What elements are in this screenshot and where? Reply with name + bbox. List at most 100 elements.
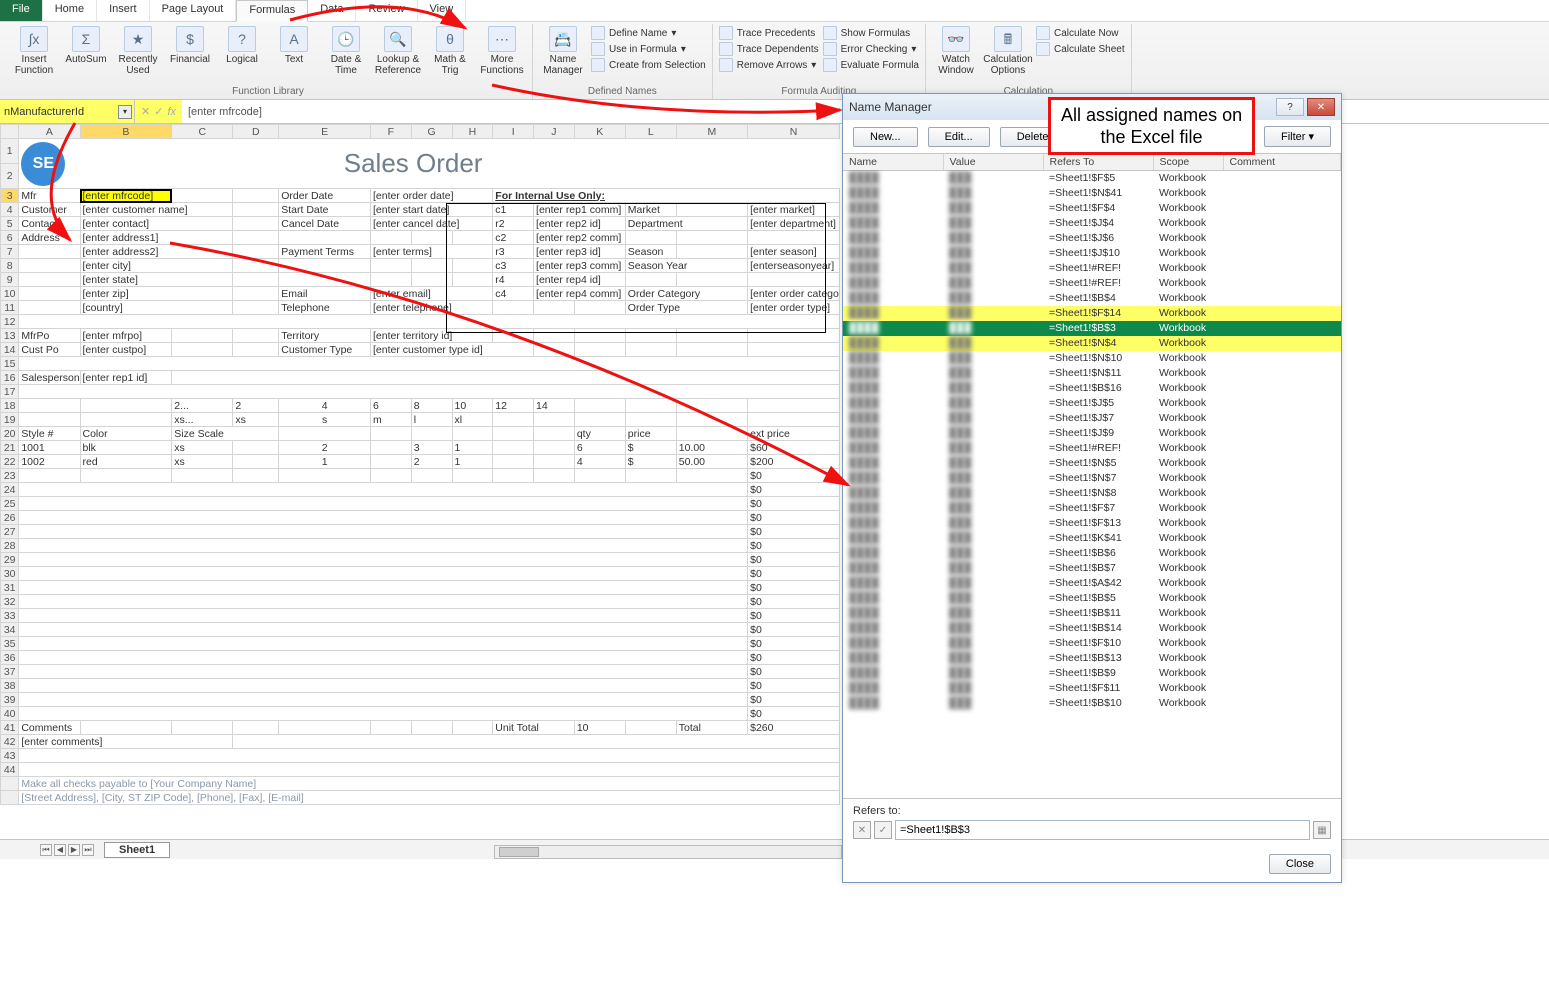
- cell-customer[interactable]: [enter customer name]: [80, 203, 233, 217]
- refers-cancel-icon[interactable]: ✕: [853, 821, 871, 839]
- cell-scale[interactable]: xs: [172, 441, 233, 455]
- cell-state[interactable]: [enter state]: [80, 273, 233, 287]
- cell-email[interactable]: [enter email]: [370, 287, 492, 301]
- name-row[interactable]: ███████=Sheet1!$J$5Workbook: [843, 396, 1341, 411]
- name-row[interactable]: ███████=Sheet1!$B$13Workbook: [843, 651, 1341, 666]
- use-in-formula-button[interactable]: Use in Formula ▾: [591, 42, 706, 56]
- cell-rep1id[interactable]: [enter rep1 id]: [80, 371, 172, 385]
- cell-rep2comm[interactable]: [enter rep2 comm]: [534, 231, 626, 245]
- name-row[interactable]: ███████=Sheet1!$N$5Workbook: [843, 456, 1341, 471]
- cell-city[interactable]: [enter city]: [80, 259, 233, 273]
- column-headers[interactable]: ABCDEFGHIJKLMN: [1, 125, 840, 139]
- col-name[interactable]: Name: [843, 154, 943, 171]
- name-row[interactable]: ███████=Sheet1!$B$3Workbook: [843, 321, 1341, 336]
- cell-orderdate[interactable]: [enter order date]: [370, 189, 492, 203]
- cell-addr1[interactable]: [enter address1]: [80, 231, 233, 245]
- refers-to-input[interactable]: [895, 820, 1310, 840]
- cell-rep2id[interactable]: [enter rep2 id]: [534, 217, 626, 231]
- cell-startdate[interactable]: [enter start date]: [370, 203, 492, 217]
- more-functions-button[interactable]: ⋯More Functions: [478, 24, 526, 76]
- cell-zip[interactable]: [enter zip]: [80, 287, 233, 301]
- evaluate-formula-button[interactable]: Evaluate Formula: [823, 58, 919, 72]
- cell-style[interactable]: 1001: [19, 441, 80, 455]
- cell-rep4id[interactable]: [enter rep4 id]: [534, 273, 626, 287]
- cell-department[interactable]: [enter department]: [748, 217, 840, 231]
- filter-button[interactable]: Filter ▾: [1264, 126, 1331, 147]
- name-list[interactable]: NameValueRefers ToScopeComment ███████=S…: [843, 153, 1341, 799]
- trace-precedents-button[interactable]: Trace Precedents: [719, 26, 819, 40]
- cell-rep4comm[interactable]: [enter rep4 comm]: [534, 287, 626, 301]
- name-row[interactable]: ███████=Sheet1!$B$11Workbook: [843, 606, 1341, 621]
- error-checking-button[interactable]: Error Checking ▾: [823, 42, 919, 56]
- date-time-button[interactable]: 🕒Date & Time: [322, 24, 370, 76]
- cell-rep1comm[interactable]: [enter rep1 comm]: [534, 203, 626, 217]
- calculate-sheet-button[interactable]: Calculate Sheet: [1036, 42, 1125, 56]
- name-row[interactable]: ███████=Sheet1!$J$10Workbook: [843, 246, 1341, 261]
- cell-custtype[interactable]: [enter customer type id]: [370, 343, 533, 357]
- cell-seasonyear[interactable]: [enterseasonyear]: [748, 259, 840, 273]
- text-button[interactable]: AText: [270, 24, 318, 65]
- name-row[interactable]: ███████=Sheet1!#REF!Workbook: [843, 276, 1341, 291]
- tab-data[interactable]: Data: [308, 0, 356, 21]
- fx-icon[interactable]: fx: [167, 106, 176, 118]
- tab-page-layout[interactable]: Page Layout: [150, 0, 237, 21]
- name-row[interactable]: ███████=Sheet1!$F$13Workbook: [843, 516, 1341, 531]
- name-box[interactable]: nManufacturerId ▾: [0, 100, 135, 123]
- cell-canceldate[interactable]: [enter cancel date]: [370, 217, 492, 231]
- name-row[interactable]: ███████=Sheet1!$J$4Workbook: [843, 216, 1341, 231]
- autosum-button[interactable]: ΣAutoSum: [62, 24, 110, 65]
- cell-style[interactable]: 1002: [19, 455, 80, 469]
- col-scope[interactable]: Scope: [1153, 154, 1223, 171]
- refers-accept-icon[interactable]: ✓: [874, 821, 892, 839]
- name-row[interactable]: ███████=Sheet1!$B$10Workbook: [843, 696, 1341, 711]
- cell-color[interactable]: blk: [80, 441, 172, 455]
- cell-addr2[interactable]: [enter address2]: [80, 245, 233, 259]
- tab-view[interactable]: View: [418, 0, 467, 21]
- recently-used-button[interactable]: ★Recently Used: [114, 24, 162, 76]
- name-row[interactable]: ███████=Sheet1!$F$14Workbook: [843, 306, 1341, 321]
- name-row[interactable]: ███████=Sheet1!$N$8Workbook: [843, 486, 1341, 501]
- new-button[interactable]: New...: [853, 127, 918, 147]
- name-row[interactable]: ███████=Sheet1!$N$4Workbook: [843, 336, 1341, 351]
- col-comment[interactable]: Comment: [1223, 154, 1341, 171]
- name-row[interactable]: ███████=Sheet1!$J$9Workbook: [843, 426, 1341, 441]
- cell-ordertype[interactable]: [enter order type]: [748, 301, 840, 315]
- watch-window-button[interactable]: 👓Watch Window: [932, 24, 980, 76]
- name-row[interactable]: ███████=Sheet1!$B$6Workbook: [843, 546, 1341, 561]
- tab-home[interactable]: Home: [43, 0, 97, 21]
- name-row[interactable]: ███████=Sheet1!$N$11Workbook: [843, 366, 1341, 381]
- tab-file[interactable]: File: [0, 0, 43, 21]
- cell-ordercat[interactable]: [enter order category]: [748, 287, 840, 301]
- trace-dependents-button[interactable]: Trace Dependents: [719, 42, 819, 56]
- name-row[interactable]: ███████=Sheet1!$J$6Workbook: [843, 231, 1341, 246]
- close-x-button[interactable]: ✕: [1307, 98, 1335, 116]
- name-row[interactable]: ███████=Sheet1!$B$7Workbook: [843, 561, 1341, 576]
- cell-comments[interactable]: [enter comments]: [19, 735, 233, 749]
- cell-mfrpo[interactable]: [enter mfrpo]: [80, 329, 172, 343]
- define-name-button[interactable]: Define Name ▾: [591, 26, 706, 40]
- name-manager-button[interactable]: 📇Name Manager: [539, 24, 587, 76]
- show-formulas-button[interactable]: Show Formulas: [823, 26, 919, 40]
- name-row[interactable]: ███████=Sheet1!$J$7Workbook: [843, 411, 1341, 426]
- cell-scale[interactable]: xs: [172, 455, 233, 469]
- lookup-button[interactable]: 🔍Lookup & Reference: [374, 24, 422, 76]
- sheet-tab[interactable]: Sheet1: [104, 842, 170, 858]
- create-from-selection-button[interactable]: Create from Selection: [591, 58, 706, 72]
- name-row[interactable]: ███████=Sheet1!$B$5Workbook: [843, 591, 1341, 606]
- tab-insert[interactable]: Insert: [97, 0, 150, 21]
- col-value[interactable]: Value: [943, 154, 1043, 171]
- name-row[interactable]: ███████=Sheet1!$K$41Workbook: [843, 531, 1341, 546]
- sheet-nav[interactable]: ⏮◀▶⏭: [40, 844, 94, 856]
- horizontal-scrollbar[interactable]: [494, 845, 842, 859]
- cell-season[interactable]: [enter season]: [748, 245, 840, 259]
- name-row[interactable]: ███████=Sheet1!$B$14Workbook: [843, 621, 1341, 636]
- cancel-icon[interactable]: ✕: [141, 105, 150, 118]
- enter-icon[interactable]: ✓: [154, 105, 163, 118]
- cell-contact[interactable]: [enter contact]: [80, 217, 233, 231]
- cell-color[interactable]: red: [80, 455, 172, 469]
- calculation-options-button[interactable]: 🖩Calculation Options: [984, 24, 1032, 76]
- help-button[interactable]: ?: [1276, 98, 1304, 116]
- name-row[interactable]: ███████=Sheet1!$B$9Workbook: [843, 666, 1341, 681]
- name-row[interactable]: ███████=Sheet1!$B$4Workbook: [843, 291, 1341, 306]
- cell-terms[interactable]: [enter terms]: [370, 245, 492, 259]
